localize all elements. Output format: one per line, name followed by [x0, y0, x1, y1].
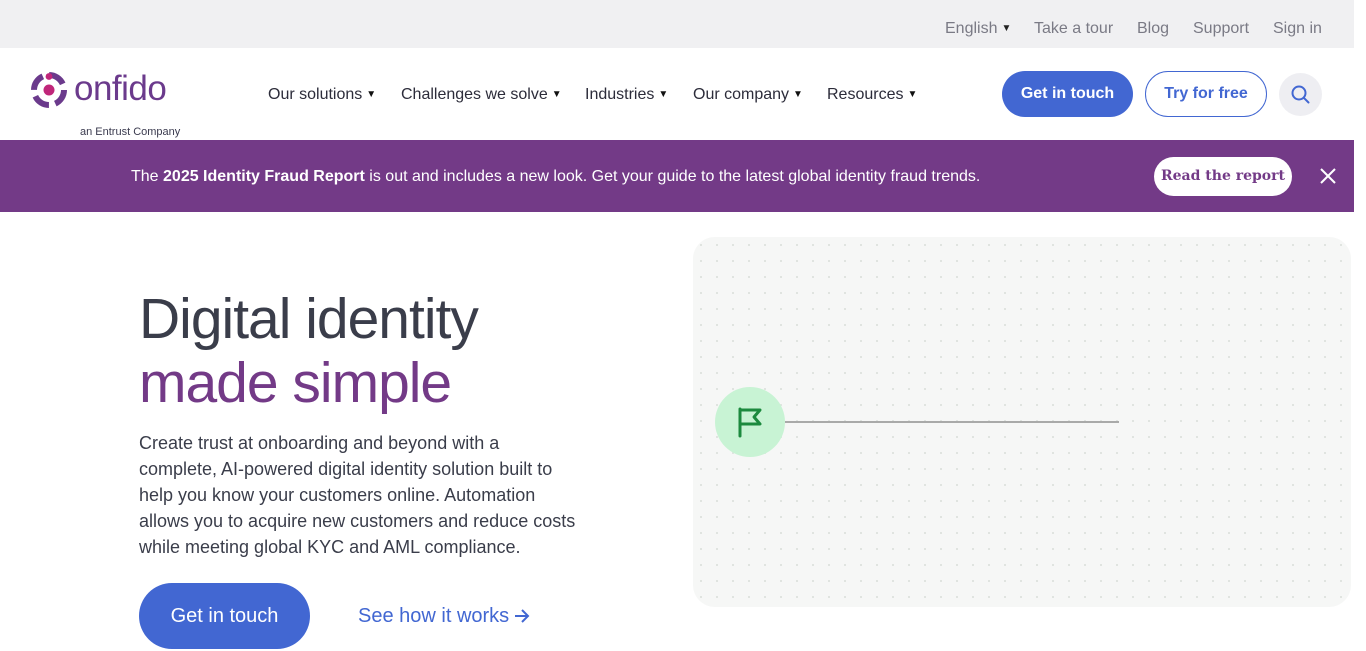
banner-highlight: 2025 Identity Fraud Report	[163, 168, 365, 185]
nav-challenges-we-solve[interactable]: Challenges we solve ▼	[401, 85, 562, 105]
flag-icon	[738, 407, 762, 438]
chevron-down-icon: ▼	[551, 89, 562, 100]
chevron-down-icon: ▼	[793, 89, 803, 100]
progress-track-line	[785, 421, 1119, 423]
close-icon[interactable]	[1318, 166, 1338, 186]
logo-tagline: an Entrust Company	[80, 126, 181, 138]
nav-our-company-label: Our company	[693, 86, 790, 103]
flag-badge	[715, 387, 785, 457]
try-for-free-button[interactable]: Try for free	[1145, 71, 1267, 117]
nav-industries-label: Industries	[585, 86, 655, 103]
see-how-it-works-label: See how it works	[358, 605, 510, 627]
language-label: English	[945, 20, 998, 37]
language-selector[interactable]: English ▼	[945, 19, 1011, 39]
banner-text: The 2025 Identity Fraud Report is out an…	[131, 168, 980, 186]
banner-prefix: The	[131, 168, 164, 185]
nav-resources-label: Resources	[827, 86, 904, 103]
hero-description: Create trust at onboarding and beyond wi…	[139, 433, 576, 557]
nav-our-solutions-label: Our solutions	[268, 86, 363, 103]
see-how-it-works-link[interactable]: See how it works	[358, 605, 531, 627]
read-the-report-button[interactable]: Read the report	[1154, 157, 1292, 196]
search-icon	[1291, 85, 1310, 104]
get-in-touch-button[interactable]: Get in touch	[1002, 71, 1133, 117]
logo-wordmark: onfido	[74, 69, 167, 108]
onfido-logo-icon	[31, 72, 67, 108]
nav-challenges-label: Challenges we solve	[401, 86, 548, 103]
search-button[interactable]	[1279, 73, 1322, 116]
banner-suffix: is out and includes a new look. Get your…	[364, 168, 981, 185]
chevron-down-icon: ▼	[1001, 23, 1012, 34]
take-a-tour-link[interactable]: Take a tour	[1034, 19, 1113, 39]
onfido-logo[interactable]: onfido an Entrust Company	[31, 69, 191, 138]
blog-link[interactable]: Blog	[1137, 19, 1169, 39]
sign-in-link[interactable]: Sign in	[1273, 19, 1322, 39]
hero-title-line1: Digital identity	[139, 287, 479, 351]
nav-our-solutions[interactable]: Our solutions ▼	[268, 85, 376, 105]
nav-industries[interactable]: Industries ▼	[585, 85, 668, 105]
chevron-down-icon: ▼	[907, 89, 918, 100]
main-nav: onfido an Entrust Company Our solutions ▼…	[0, 48, 1354, 140]
chevron-down-icon: ▼	[366, 89, 377, 100]
announcement-banner: The 2025 Identity Fraud Report is out an…	[0, 140, 1354, 212]
arrow-right-icon	[515, 609, 530, 623]
chevron-down-icon: ▼	[658, 89, 669, 100]
utility-bar: English ▼ Take a tour Blog Support Sign i…	[0, 0, 1354, 48]
hero-get-in-touch-button[interactable]: Get in touch	[139, 583, 310, 649]
nav-resources[interactable]: Resources ▼	[827, 85, 917, 105]
support-link[interactable]: Support	[1193, 19, 1249, 39]
hero-title-line2: made simple	[139, 351, 452, 415]
nav-our-company[interactable]: Our company ▼	[693, 85, 803, 105]
